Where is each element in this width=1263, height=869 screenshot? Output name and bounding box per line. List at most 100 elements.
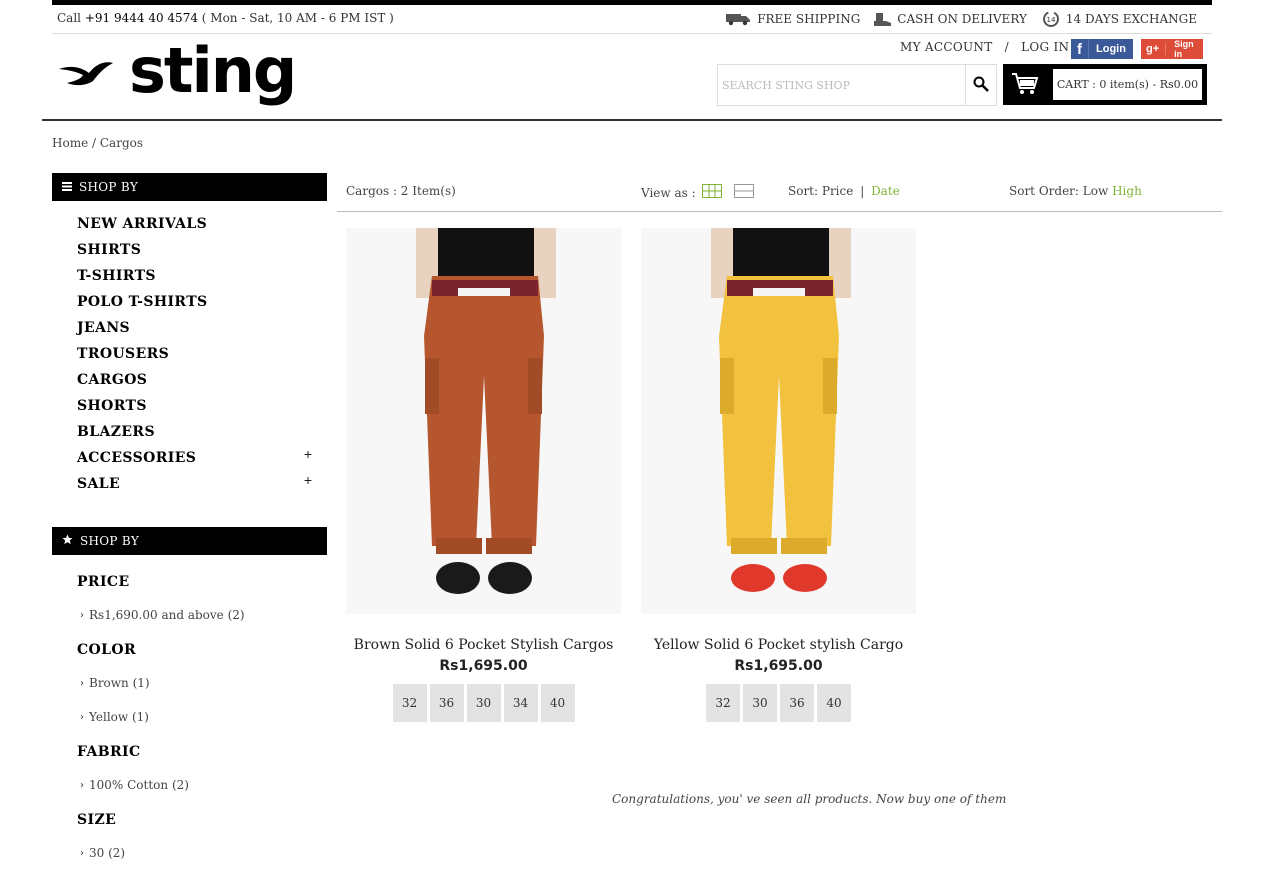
cart-summary[interactable]: CART : 0 item(s) - Rs0.00 (1053, 69, 1202, 100)
filter-option-price[interactable]: › Rs1,690.00 and above (2) (80, 608, 245, 622)
category-label: SALE (77, 476, 121, 492)
size-option[interactable]: 32 (706, 684, 740, 722)
product-card[interactable]: Brown Solid 6 Pocket Stylish Cargos Rs1,… (346, 228, 621, 722)
brand-logo[interactable]: sting (57, 40, 297, 102)
filter-option-label: Rs1,690.00 and above (2) (89, 608, 245, 622)
facebook-login-button[interactable]: f Login (1071, 39, 1133, 59)
sort-price-option[interactable]: Price (822, 184, 853, 198)
listing-toolbar: Cargos : 2 Item(s) View as : Sort: Price… (337, 174, 1222, 212)
sort-order-low[interactable]: Low (1083, 184, 1108, 198)
login-link[interactable]: LOG IN (1021, 40, 1069, 54)
filter-price-title: PRICE (77, 574, 130, 590)
categories-heading: SHOP BY (52, 173, 327, 201)
category-new-arrivals[interactable]: NEW ARRIVALS (77, 214, 317, 240)
product-image[interactable] (346, 228, 621, 614)
perk-exchange: 14 14 DAYS EXCHANGE (1041, 10, 1197, 28)
sort-order: Sort Order: Low High (1009, 184, 1142, 198)
google-signin-label: Sign in (1174, 39, 1194, 59)
category-label: SHORTS (77, 398, 147, 414)
filter-option-cotton[interactable]: › 100% Cotton (2) (80, 778, 189, 792)
perk-label: 14 DAYS EXCHANGE (1065, 12, 1197, 26)
breadcrumb: Home / Cargos (52, 136, 143, 150)
size-option[interactable]: 34 (503, 684, 538, 722)
brand-name: sting (129, 34, 297, 107)
truck-icon (726, 12, 752, 26)
filter-size-title: SIZE (77, 812, 117, 828)
filter-fabric-title: FABRIC (77, 744, 141, 760)
filter-option-label: Yellow (1) (89, 710, 149, 724)
sort-date-option[interactable]: Date (871, 184, 900, 198)
category-label: BLAZERS (77, 424, 155, 440)
category-label: JEANS (77, 320, 131, 336)
google-plus-icon: g+ (1141, 43, 1167, 55)
hand-cash-icon (874, 12, 892, 26)
category-t-shirts[interactable]: T-SHIRTS (77, 266, 317, 292)
product-name[interactable]: Brown Solid 6 Pocket Stylish Cargos (346, 637, 621, 653)
category-accessories[interactable]: ACCESSORIES + (77, 448, 317, 474)
phone-number[interactable]: +91 9444 40 4574 (85, 11, 198, 25)
category-label: NEW ARRIVALS (77, 216, 208, 232)
view-mode-switch: View as : (641, 184, 754, 201)
product-name[interactable]: Yellow Solid 6 Pocket stylish Cargo (641, 637, 916, 653)
sort-by: Sort: Price | Date (788, 184, 900, 198)
breadcrumb-separator: / (92, 136, 97, 150)
category-shirts[interactable]: SHIRTS (77, 240, 317, 266)
product-image[interactable] (641, 228, 916, 614)
category-label: CARGOS (77, 372, 148, 388)
category-shorts[interactable]: SHORTS (77, 396, 317, 422)
perk-label: CASH ON DELIVERY (897, 12, 1027, 26)
svg-text:14: 14 (1046, 16, 1055, 24)
breadcrumb-home[interactable]: Home (52, 136, 88, 150)
expand-icon[interactable]: + (303, 445, 313, 465)
filter-option-brown[interactable]: › Brown (1) (80, 676, 150, 690)
size-option[interactable]: 40 (540, 684, 575, 722)
size-options: 32 30 36 40 (641, 684, 916, 722)
my-account-link[interactable]: MY ACCOUNT (900, 40, 993, 54)
size-option[interactable]: 36 (429, 684, 464, 722)
size-option[interactable]: 32 (392, 684, 427, 722)
facebook-login-label: Login (1096, 43, 1126, 55)
filter-option-label: 100% Cotton (2) (89, 778, 189, 792)
sort-label: Sort: (788, 184, 819, 198)
end-of-list-message: Congratulations, you' ve seen all produc… (612, 792, 1007, 806)
chevron-right-icon: › (80, 609, 84, 621)
category-jeans[interactable]: JEANS (77, 318, 317, 344)
perk-label: FREE SHIPPING (757, 12, 861, 26)
size-option[interactable]: 36 (780, 684, 814, 722)
search-button[interactable] (965, 65, 996, 105)
filters-heading: SHOP BY (52, 527, 327, 555)
cart-widget[interactable]: CART : 0 item(s) - Rs0.00 (1003, 64, 1207, 105)
search-input[interactable] (718, 65, 965, 105)
list-view-icon[interactable] (733, 184, 754, 201)
product-price: Rs1,695.00 (734, 658, 823, 674)
account-links: MY ACCOUNT / LOG IN (900, 40, 1069, 54)
size-option[interactable]: 40 (817, 684, 851, 722)
size-option[interactable]: 30 (743, 684, 777, 722)
expand-icon[interactable]: + (303, 471, 313, 491)
menu-lines-icon (62, 180, 72, 194)
product-price: Rs1,695.00 (439, 658, 528, 674)
account-separator: / (1004, 40, 1009, 54)
filter-option-size-30[interactable]: › 30 (2) (80, 846, 125, 860)
category-sale[interactable]: SALE + (77, 474, 317, 500)
filter-color-title: COLOR (77, 642, 137, 658)
grid-view-icon[interactable] (701, 184, 722, 201)
product-card[interactable]: Yellow Solid 6 Pocket stylish Cargo Rs1,… (641, 228, 916, 722)
google-signin-button[interactable]: g+ Sign in (1141, 39, 1203, 59)
size-options: 32 36 30 34 40 (346, 684, 621, 722)
filter-option-yellow[interactable]: › Yellow (1) (80, 710, 149, 724)
category-label: TROUSERS (77, 346, 170, 362)
category-trousers[interactable]: TROUSERS (77, 344, 317, 370)
star-icon (62, 534, 73, 548)
filter-option-label: Brown (1) (89, 676, 150, 690)
category-blazers[interactable]: BLAZERS (77, 422, 317, 448)
size-option[interactable]: 30 (466, 684, 501, 722)
category-cargos[interactable]: CARGOS (77, 370, 317, 396)
perk-cash-on-delivery: CASH ON DELIVERY (874, 10, 1027, 28)
chevron-right-icon: › (80, 677, 84, 689)
contact-info: Call +91 9444 40 4574 ( Mon - Sat, 10 AM… (57, 11, 394, 25)
category-polo-t-shirts[interactable]: POLO T-SHIRTS (77, 292, 317, 318)
chevron-right-icon: › (80, 779, 84, 791)
header-divider (42, 119, 1222, 121)
sort-order-high[interactable]: High (1112, 184, 1142, 198)
